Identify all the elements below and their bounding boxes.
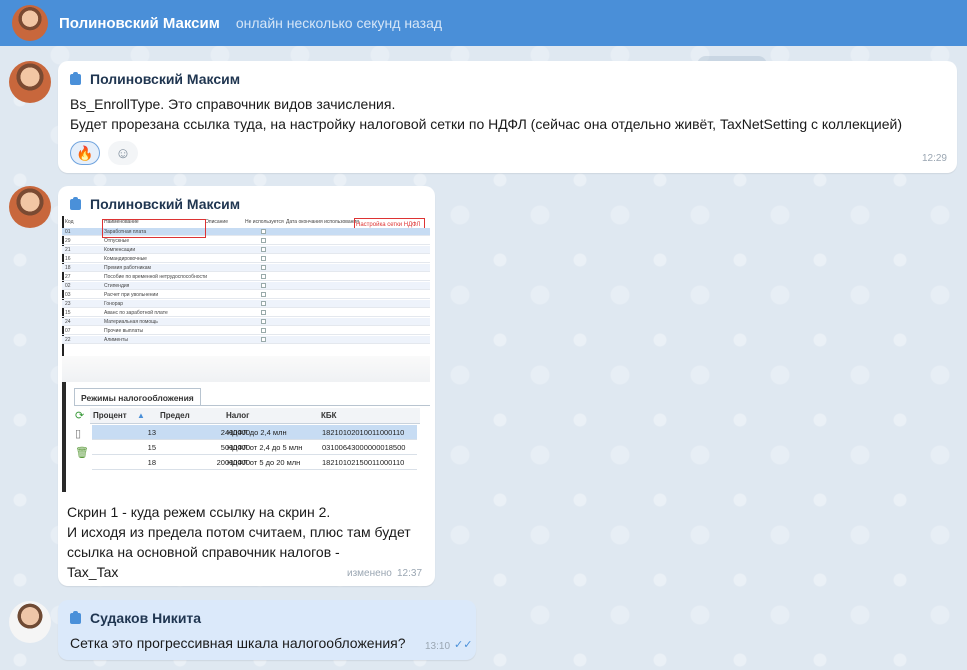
message-text: Bs_EnrollType. Это справочник видов зачи… (70, 94, 902, 134)
message-sender[interactable]: Полиновский Максим (70, 71, 240, 87)
message-line: ссылка на основной справочник налогов - (67, 544, 340, 560)
edited-label: изменено (347, 568, 392, 579)
table-row: 27 Пособие по временной нетрудоспособност… (62, 273, 430, 281)
trash-icon: 🗑 (75, 447, 89, 459)
tab-underline (74, 405, 430, 406)
user-icon (70, 196, 81, 210)
table-row: 21 Компенсации (62, 246, 430, 254)
highlight-box (102, 219, 206, 238)
table-row: 13 2400000 НДФЛ до 2,4 млн 1821010201001… (92, 425, 417, 440)
table-row: 18 20000000 НДФЛ от 5 до 20 млн 18210102… (92, 455, 417, 470)
table-row: 22 Алименты (62, 336, 430, 344)
message-line: Скрин 1 - куда режем ссылку на скрин 2. (67, 504, 331, 520)
attached-screenshot-2[interactable]: Режимы налогообложения ⟳ ▯ 🗑 Процент ▲ П… (62, 382, 430, 496)
column-header: Процент (93, 411, 127, 420)
column-header: Не используется (245, 219, 284, 225)
chat-header[interactable]: Полиновский Максим онлайн несколько секу… (0, 0, 967, 46)
message-bubble-outgoing[interactable]: Судаков Никита Сетка это прогрессивная ш… (58, 600, 476, 660)
add-reaction-button[interactable]: ☺ (108, 141, 138, 165)
message-line: И исходя из предела потом считаем, плюс … (67, 524, 411, 540)
table-row: 16 Командировочные (62, 255, 430, 263)
message-avatar[interactable] (9, 601, 51, 643)
column-header: Предел (160, 411, 190, 420)
header-status: онлайн несколько секунд назад (235, 15, 443, 31)
fire-icon: 🔥 (76, 144, 94, 161)
table-row: 02 Стипендия (62, 282, 430, 290)
table-row: 03 Расчет при увольнении (62, 291, 430, 299)
attached-screenshot-1[interactable]: Код Наименование Описание Не используетс… (62, 216, 430, 356)
column-header: Код (65, 219, 74, 225)
message-line: Bs_EnrollType. Это справочник видов зачи… (70, 96, 396, 112)
table-row: 29 Отпускные (62, 237, 430, 245)
table-row: 24 Материальная помощь (62, 318, 430, 326)
refresh-icon: ⟳ (75, 410, 85, 422)
table-row: 15 Аванс по заработной плате (62, 309, 430, 317)
table-row: 15 5000000 НДФЛ от 2,4 до 5 млн 03100643… (92, 440, 417, 455)
column-header: Налог (226, 411, 250, 420)
document-icon: ▯ (75, 428, 82, 440)
header-contact-name[interactable]: Полиновский Максим (59, 15, 220, 32)
message-time: 12:29 (921, 153, 947, 164)
message-avatar[interactable] (9, 61, 51, 103)
sender-name[interactable]: Судаков Никита (90, 610, 201, 626)
message-bubble[interactable]: Полиновский Максим Bs_EnrollType. Это сп… (58, 61, 957, 173)
table-row: 18 Премия работникам (62, 264, 430, 272)
message-sender[interactable]: Полиновский Максим (70, 196, 240, 212)
tab-tax-regimes: Режимы налогообложения (74, 388, 201, 406)
user-icon (70, 71, 81, 85)
window-edge (62, 382, 66, 492)
message-time: 13:10 (425, 641, 451, 652)
message-avatar[interactable] (9, 186, 51, 228)
double-check-icon: ✓✓ (454, 639, 473, 651)
message-line: Будет прорезана ссылка туда, на настройк… (70, 116, 902, 132)
table-row: 23 Гонорар (62, 300, 430, 308)
column-header: КБК (321, 411, 337, 420)
message-sender[interactable]: Судаков Никита (70, 610, 201, 626)
user-icon (70, 610, 81, 624)
table-row: 07 Прочие выплаты (62, 327, 430, 335)
sort-icon: ▲ (137, 411, 145, 420)
reaction-fire[interactable]: 🔥 (70, 141, 100, 165)
sender-name[interactable]: Полиновский Максим (90, 196, 240, 212)
message-time: 12:37 (397, 568, 423, 579)
sender-name[interactable]: Полиновский Максим (90, 71, 240, 87)
column-header: Описание (205, 219, 229, 225)
add-reaction-icon: ☺ (115, 144, 131, 162)
message-text: Сетка это прогрессивная шкала налогообло… (70, 635, 406, 651)
header-avatar[interactable] (12, 5, 48, 41)
column-header: Дата окончания использования (286, 219, 359, 225)
